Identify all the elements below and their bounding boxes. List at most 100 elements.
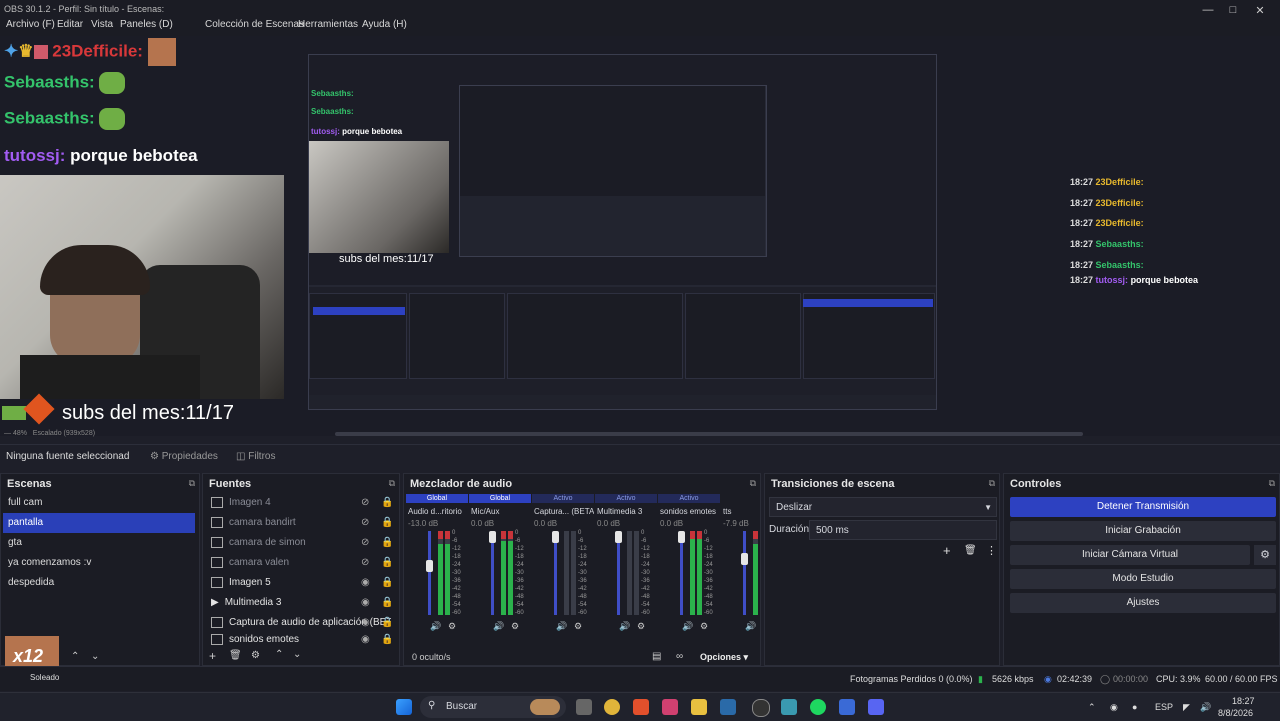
discord-tray-icon[interactable]: ◉ [1110,702,1118,713]
menu-archivo[interactable]: Archivo (F) [6,19,55,30]
gear-icon[interactable]: ⚙ [251,650,260,661]
mixer-channel-name[interactable]: Captura... (BETA) [534,507,594,516]
volume-fader[interactable] [554,531,557,615]
taskbar-search[interactable]: ⚲ Buscar [420,696,566,718]
menu-herramientas[interactable]: Herramientas [298,19,358,30]
eye-hidden-icon[interactable]: ⊘ [361,513,369,533]
brave-icon[interactable] [633,699,649,715]
source-item[interactable]: Imagen 4 ⊘ 🔒 [211,493,393,513]
obs-icon[interactable] [752,699,770,717]
lock-icon[interactable]: 🔒 [381,533,393,553]
mixer-channel-name[interactable]: Multimedia 3 [597,507,657,516]
studio-mode-button[interactable]: Modo Estudio [1010,569,1276,589]
eye-icon[interactable]: ◉ [361,593,370,613]
volume-fader[interactable] [491,531,494,615]
clock-time[interactable]: 18:27 [1232,696,1255,706]
scene-item-pantalla[interactable]: pantalla [3,513,195,533]
lock-icon[interactable]: 🔒 [381,493,393,513]
transition-select[interactable]: Deslizar ▼ [769,497,997,517]
channel-settings-icon[interactable]: ⚙ [448,621,456,632]
mixer-channel-name[interactable]: sonidos emotes [660,507,720,516]
undock-icon[interactable]: ⧉ [989,478,995,489]
channel-settings-icon[interactable]: ⚙ [574,621,582,632]
mute-icon[interactable]: 🔊 [493,621,504,632]
app-icon[interactable] [839,699,855,715]
mixer-channel-name[interactable]: Mic/Aux [471,507,531,516]
mixer-channel-tab[interactable]: Activo [532,494,594,503]
discord-icon[interactable] [868,699,884,715]
eye-hidden-icon[interactable]: ⊘ [361,553,369,573]
fader-knob[interactable] [741,552,748,565]
mute-icon[interactable]: 🔊 [430,621,441,632]
fader-knob[interactable] [552,531,559,543]
mixer-link-icon[interactable]: ∞ [676,651,683,662]
mixer-channel-name[interactable]: tts [723,507,760,516]
mixer-channel-tab[interactable]: Global [469,494,531,503]
fader-knob[interactable] [426,559,433,572]
source-item[interactable]: Captura de audio de aplicación (BETA) ◉ 🔒 [211,613,391,633]
tray-chevron-icon[interactable]: ⌃ [1088,702,1096,713]
trash-icon[interactable]: 🗑 [229,650,242,661]
fader-knob[interactable] [615,531,622,543]
volume-fader[interactable] [743,531,746,615]
lock-icon[interactable]: 🔒 [381,513,393,533]
volume-fader[interactable] [617,531,620,615]
source-up-icon[interactable]: ⌃ [275,649,283,660]
spotify-icon[interactable] [810,699,826,715]
mute-icon[interactable]: 🔊 [619,621,630,632]
maximize-icon[interactable]: □ [1225,4,1241,18]
task-view-icon[interactable] [576,699,592,715]
scene-down-icon[interactable]: ⌄ [91,651,99,662]
channel-settings-icon[interactable]: ⚙ [637,621,645,632]
duration-spinbox[interactable]: 500 ms [809,520,997,540]
folder-icon[interactable] [691,699,707,715]
close-icon[interactable]: ✕ [1252,4,1268,18]
undock-icon[interactable]: ⧉ [189,478,195,489]
scene-up-icon[interactable]: ⌃ [71,651,79,662]
media-icon[interactable] [662,699,678,715]
source-item[interactable]: Imagen 5 ◉ 🔒 [211,573,393,593]
menu-ayuda[interactable]: Ayuda (H) [362,19,407,30]
clock-date[interactable]: 8/8/2026 [1218,708,1253,718]
fader-knob[interactable] [489,531,496,543]
lock-icon[interactable]: 🔒 [381,553,393,573]
preview-scrollbar[interactable] [335,432,1083,436]
lock-icon[interactable]: 🔒 [381,613,391,633]
menu-vista[interactable]: Vista [91,19,113,30]
mute-icon[interactable]: 🔊 [745,621,756,632]
mic-icon[interactable]: ● [1132,702,1137,712]
stop-stream-button[interactable]: Detener Transmisión [1010,497,1276,517]
lock-icon[interactable]: 🔒 [381,573,393,593]
scene-item-full-cam[interactable]: full cam [3,493,195,513]
settings-button[interactable]: Ajustes [1010,593,1276,613]
filters-button[interactable]: ◫ Filtros [236,451,275,462]
mixer-channel-tab[interactable]: Global [406,494,468,503]
mixer-channel-tab[interactable]: Activo [595,494,657,503]
eye-hidden-icon[interactable]: ⊘ [361,493,369,513]
language-label[interactable]: ESP [1155,702,1173,712]
source-item[interactable]: camara valen ⊘ 🔒 [211,553,393,573]
steam-icon[interactable] [720,699,736,715]
undock-icon[interactable]: ⧉ [1269,478,1275,489]
volume-fader[interactable] [680,531,683,615]
c-app-icon[interactable] [781,699,797,715]
source-down-icon[interactable]: ⌄ [293,649,301,660]
add-source-icon[interactable]: + [209,649,216,663]
windows-start-icon[interactable] [396,699,412,715]
wifi-icon[interactable]: ◤ [1183,702,1190,713]
fader-knob[interactable] [678,531,685,543]
eye-icon[interactable]: ◉ [361,633,370,645]
chrome-icon[interactable] [604,699,620,715]
virtual-cam-settings-button[interactable]: ⚙ [1254,545,1276,565]
source-item[interactable]: sonidos emotes ◉ 🔒 [211,633,391,645]
layout-icon[interactable]: ▤ [652,651,661,662]
lock-icon[interactable]: 🔒 [381,593,393,613]
add-transition-icon[interactable]: + [943,543,951,558]
volume-icon[interactable]: 🔊 [1200,702,1211,713]
channel-settings-icon[interactable]: ⚙ [511,621,519,632]
menu-coleccion-escenas[interactable]: Colección de Escenas [205,19,304,30]
source-item[interactable]: camara de simon ⊘ 🔒 [211,533,393,553]
mixer-channel-tab[interactable]: Activo [658,494,720,503]
scene-item-despedida[interactable]: despedida [3,573,195,593]
more-icon[interactable]: ⋮ [986,544,997,557]
